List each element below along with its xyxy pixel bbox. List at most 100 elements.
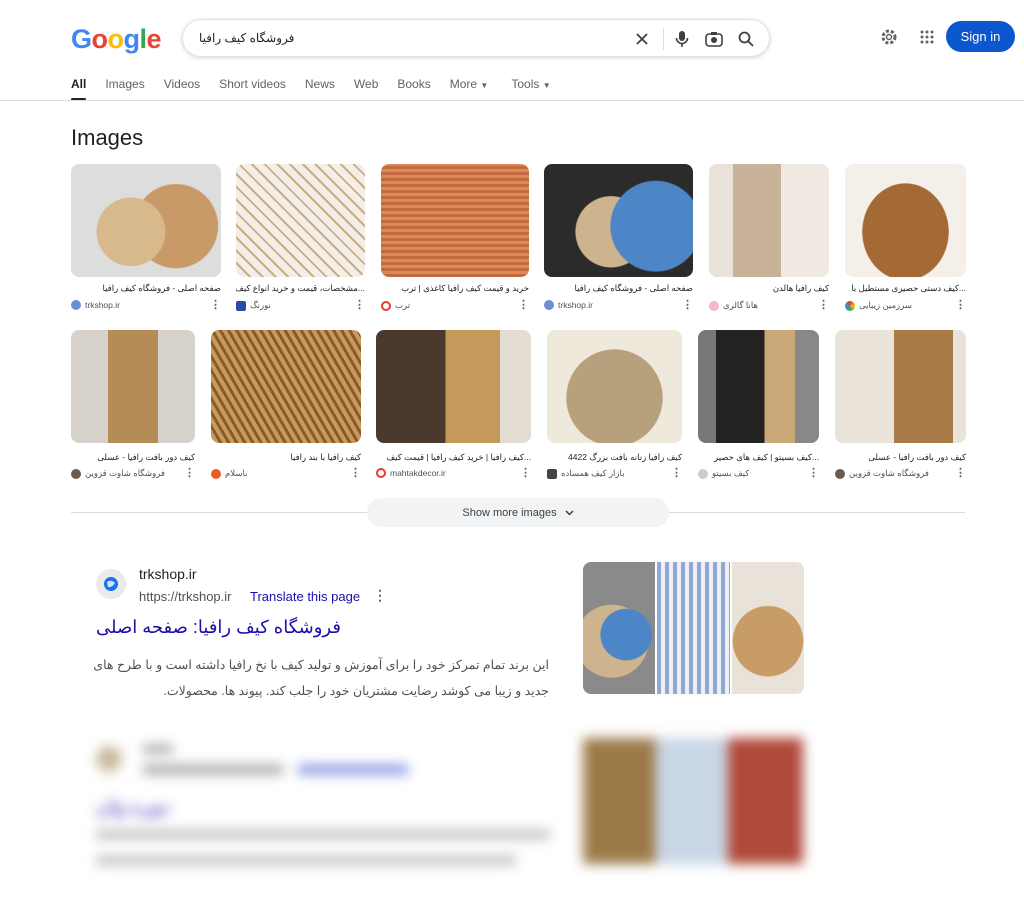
- search-icon[interactable]: [736, 29, 756, 49]
- blurred-url: [143, 765, 283, 774]
- tab-news[interactable]: News: [305, 77, 335, 91]
- more-options-icon[interactable]: ⋮: [210, 298, 221, 311]
- result-url[interactable]: https://trkshop.ir: [139, 589, 231, 604]
- image-caption[interactable]: ...کیف رافیا | خرید کیف رافیا | قیمت کیف: [376, 452, 531, 463]
- image-source[interactable]: بازار کیف همساده: [547, 468, 624, 479]
- image-result[interactable]: [547, 330, 682, 443]
- image-caption[interactable]: صفحه اصلی - فروشگاه کیف رافیا: [71, 283, 222, 294]
- image-result[interactable]: [835, 330, 966, 443]
- blurred-result-title: دوره وان: [96, 796, 171, 818]
- more-options-icon[interactable]: ⋮: [184, 466, 195, 479]
- result-thumbnail[interactable]: [583, 562, 655, 694]
- image-result[interactable]: [71, 330, 195, 443]
- image-source[interactable]: فروشگاه شاوت قزوین: [71, 468, 165, 479]
- tab-more-label: More: [449, 77, 478, 91]
- image-caption[interactable]: کیف رافیا با بند رافیا: [211, 452, 361, 463]
- image-result[interactable]: [376, 330, 531, 443]
- more-options-icon[interactable]: ⋮: [350, 466, 361, 479]
- result-thumbnail[interactable]: [657, 562, 730, 694]
- more-options-icon[interactable]: ⋮: [808, 466, 819, 479]
- more-options-icon[interactable]: ⋮: [818, 298, 829, 311]
- image-source[interactable]: mahtakdecor.ir: [376, 468, 446, 478]
- image-source[interactable]: باسلام: [211, 468, 247, 479]
- apps-grid-icon[interactable]: [917, 27, 937, 47]
- more-options-icon[interactable]: ⋮: [955, 298, 966, 311]
- more-options-icon[interactable]: ⋮: [520, 466, 531, 479]
- clear-icon[interactable]: [632, 29, 652, 49]
- site-favicon-icon: [547, 468, 557, 479]
- image-result[interactable]: [845, 164, 966, 277]
- lens-icon[interactable]: [704, 29, 724, 49]
- source-name: فروشگاه شاوت قزوین: [849, 468, 929, 478]
- image-source[interactable]: کیف بسیتو: [698, 468, 749, 479]
- tab-all[interactable]: All: [71, 77, 87, 101]
- source-name: mahtakdecor.ir: [390, 468, 446, 478]
- result-site-name[interactable]: trkshop.ir: [139, 566, 197, 582]
- source-name: فروشگاه شاوت قزوین: [85, 468, 165, 478]
- google-logo[interactable]: Google: [71, 24, 162, 55]
- image-source[interactable]: هانا گالری: [709, 300, 758, 311]
- site-favicon-icon: [709, 300, 719, 311]
- translate-link[interactable]: Translate this page: [250, 589, 360, 604]
- tab-videos[interactable]: Videos: [164, 77, 200, 91]
- image-result[interactable]: [211, 330, 361, 443]
- image-caption[interactable]: کیف دور بافت رافیا - عسلی: [835, 452, 966, 463]
- more-options-icon[interactable]: ⋮: [373, 587, 387, 604]
- more-options-icon[interactable]: ⋮: [518, 298, 529, 311]
- tab-more[interactable]: More ▼: [450, 77, 489, 91]
- source-name: باسلام: [225, 468, 248, 478]
- image-result[interactable]: [698, 330, 819, 443]
- microphone-icon[interactable]: [672, 29, 692, 49]
- image-caption[interactable]: ...کیف بسیتو | کیف های حصیر: [698, 452, 819, 463]
- image-result[interactable]: [71, 164, 221, 277]
- search-input[interactable]: فروشگاه کیف رافیا: [199, 31, 294, 45]
- image-result[interactable]: [709, 164, 829, 277]
- header-divider: [0, 100, 1024, 101]
- tab-short-videos[interactable]: Short videos: [219, 77, 286, 91]
- blurred-thumbnail: [583, 738, 803, 864]
- site-favicon-icon[interactable]: [96, 569, 126, 599]
- more-options-icon[interactable]: ⋮: [682, 298, 693, 311]
- source-name: ترب: [395, 300, 411, 310]
- result-title-link[interactable]: فروشگاه کیف رافیا: صفحه اصلی: [96, 617, 341, 638]
- image-caption[interactable]: کیف دور بافت رافیا - عسلی: [71, 452, 195, 463]
- image-caption[interactable]: کیف رافیا زنانه بافت بزرگ 4422: [547, 452, 682, 463]
- image-caption[interactable]: ...مشخصات، قیمت و خرید انواع کیف: [236, 283, 365, 294]
- more-options-icon[interactable]: ⋮: [955, 466, 966, 479]
- tab-web[interactable]: Web: [354, 77, 378, 91]
- source-name: بازار کیف همساده: [561, 468, 625, 478]
- image-caption[interactable]: صفحه اصلی - فروشگاه کیف رافیا: [544, 283, 694, 294]
- tab-tools-label: Tools: [511, 77, 540, 91]
- image-caption[interactable]: ...کیف دستی حصیری مستطیل با: [845, 283, 966, 294]
- image-result[interactable]: [236, 164, 365, 277]
- tab-tools[interactable]: Tools ▼: [511, 77, 550, 91]
- site-favicon-icon: [544, 300, 554, 310]
- image-caption[interactable]: کیف رافیا هالدن: [709, 283, 829, 294]
- tab-books[interactable]: Books: [397, 77, 430, 91]
- image-source[interactable]: trkshop.ir: [71, 300, 120, 310]
- chevron-down-icon: [565, 507, 574, 519]
- source-name: trkshop.ir: [85, 300, 120, 310]
- site-favicon-icon: [96, 746, 122, 772]
- sign-in-button[interactable]: Sign in: [946, 21, 1015, 52]
- image-result[interactable]: [381, 164, 529, 277]
- blurred-snippet-line: [96, 830, 550, 839]
- image-source[interactable]: نورنگ: [236, 300, 271, 311]
- search-bar[interactable]: فروشگاه کیف رافیا: [182, 19, 770, 57]
- result-thumbnail[interactable]: [732, 562, 804, 694]
- image-source[interactable]: ترب: [381, 300, 410, 311]
- tab-images[interactable]: Images: [105, 77, 144, 91]
- source-name: نورنگ: [250, 300, 271, 310]
- image-source[interactable]: سرزمین زیبایی: [845, 300, 912, 311]
- image-source[interactable]: trkshop.ir: [544, 300, 593, 310]
- site-favicon-icon: [835, 468, 845, 479]
- site-favicon-icon: [211, 468, 221, 479]
- more-options-icon[interactable]: ⋮: [354, 298, 365, 311]
- image-result[interactable]: [544, 164, 693, 277]
- more-options-icon[interactable]: ⋮: [671, 466, 682, 479]
- show-more-images-button[interactable]: Show more images: [367, 498, 669, 527]
- image-caption[interactable]: خرید و قیمت کیف رافیا کاغذی | ترب: [381, 283, 529, 294]
- settings-gear-icon[interactable]: [879, 27, 899, 47]
- source-name: trkshop.ir: [558, 300, 593, 310]
- image-source[interactable]: فروشگاه شاوت قزوین: [835, 468, 929, 479]
